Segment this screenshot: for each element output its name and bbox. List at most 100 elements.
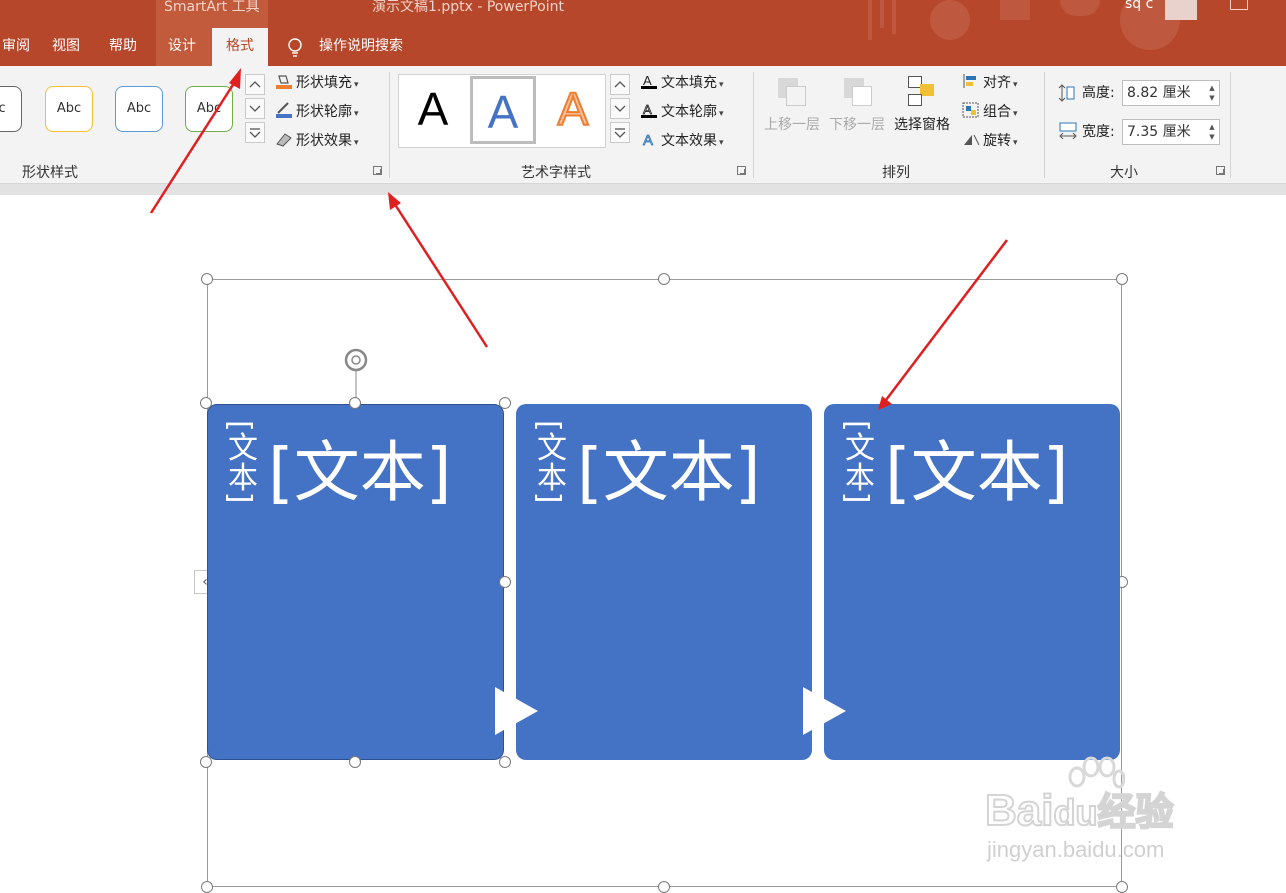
shape-effects-icon <box>275 131 293 147</box>
document-title: 演示文稿1.pptx - PowerPoint <box>372 0 564 15</box>
frame-handle-bottom-right[interactable] <box>1116 881 1128 893</box>
shape-3-vertical-text[interactable]: [文本] <box>836 420 876 503</box>
tab-format[interactable]: 格式 <box>212 28 268 66</box>
gallery-scroll-up-button[interactable] <box>245 74 265 95</box>
text-outline-icon: A <box>640 102 658 118</box>
shape-handle-right[interactable] <box>499 576 511 588</box>
wordart-style-orange[interactable]: A <box>540 76 606 144</box>
process-arrow-1 <box>495 687 538 735</box>
gallery-more-button[interactable] <box>245 122 265 143</box>
shape-handle-top-left[interactable] <box>200 397 212 409</box>
shape-1-text[interactable]: [文本] <box>268 423 452 523</box>
group-label-shape-styles: 形状样式 <box>22 165 78 181</box>
ribbon-bottom-strip <box>0 184 1286 195</box>
width-input[interactable]: 7.35 厘米 ▲ ▼ <box>1122 119 1220 145</box>
text-fill-icon: A <box>640 73 658 89</box>
frame-handle-bottom-left[interactable] <box>201 881 213 893</box>
shape-2-text[interactable]: [文本] <box>577 423 761 523</box>
frame-handle-top-left[interactable] <box>201 273 213 285</box>
send-backward-icon <box>842 76 874 108</box>
text-effects-button[interactable]: A 文本效果 ▾ <box>640 130 724 152</box>
height-input[interactable]: 8.82 厘米 ▲ ▼ <box>1122 80 1220 106</box>
tab-design[interactable]: 设计 <box>164 28 200 66</box>
shape-handle-top[interactable] <box>349 397 361 409</box>
size-launcher-icon[interactable] <box>1216 166 1225 175</box>
shape-handle-bottom-left[interactable] <box>200 756 212 768</box>
watermark-du: du <box>1052 791 1098 834</box>
shape-handle-top-right[interactable] <box>499 397 511 409</box>
expand-gallery-icon <box>614 128 626 138</box>
chevron-down-icon <box>249 105 261 112</box>
text-effects-icon: A <box>640 131 658 150</box>
context-tools-label: SmartArt 工具 <box>164 0 260 15</box>
chevron-up-icon <box>249 81 261 88</box>
align-button[interactable]: 对齐 ▾ <box>962 72 1018 94</box>
lightbulb-icon <box>288 38 302 57</box>
paint-bucket-icon <box>275 73 293 89</box>
group-button[interactable]: 组合 ▾ <box>962 101 1018 123</box>
frame-handle-top[interactable] <box>658 273 670 285</box>
height-label: 高度: <box>1082 85 1115 101</box>
selection-pane-icon <box>906 74 940 110</box>
shape-1-vertical-text[interactable]: [文本] <box>219 420 259 503</box>
process-arrow-2 <box>803 687 846 735</box>
ribbon: bc Abc Abc Abc 形状填充▾ 形状轮廓▾ 形状效果▾ 形状样式 A … <box>0 66 1286 184</box>
wordart-scroll-down-button[interactable] <box>610 98 630 119</box>
align-icon <box>962 73 980 89</box>
shape-outline-button[interactable]: 形状轮廓 ▾ <box>275 101 359 123</box>
svg-text:A: A <box>643 73 652 88</box>
gallery-scroll-down-button[interactable] <box>245 98 265 119</box>
svg-text:A: A <box>643 102 652 117</box>
text-fill-button[interactable]: A 文本填充 ▾ <box>640 72 724 94</box>
baidu-watermark: Baidu经验 jingyan.baidu.com <box>984 755 1225 875</box>
width-spin-up-icon[interactable]: ▲ <box>1207 122 1217 132</box>
tab-view[interactable]: 视图 <box>48 28 84 66</box>
ribbon-display-icon[interactable] <box>1230 0 1248 10</box>
frame-handle-top-right[interactable] <box>1116 273 1128 285</box>
shape-2-vertical-text[interactable]: [文本] <box>528 420 568 503</box>
wordart-style-blue[interactable]: A <box>470 76 536 144</box>
shape-style-sample-3[interactable]: Abc <box>115 86 163 132</box>
shape-handle-bottom-right[interactable] <box>499 756 511 768</box>
height-icon <box>1058 83 1076 103</box>
frame-handle-bottom[interactable] <box>658 881 670 893</box>
chevron-up-icon <box>614 81 626 88</box>
wordart-scroll-up-button[interactable] <box>610 74 630 95</box>
wordart-styles-launcher-icon[interactable] <box>737 166 746 175</box>
height-spin-up-icon[interactable]: ▲ <box>1207 83 1217 93</box>
tell-me-search[interactable]: 操作说明搜索 <box>315 28 407 66</box>
shape-style-sample-2[interactable]: Abc <box>45 86 93 132</box>
shape-effects-button[interactable]: 形状效果 ▾ <box>275 130 359 152</box>
shape-3-text[interactable]: [文本] <box>885 423 1069 523</box>
width-icon <box>1058 122 1078 140</box>
wordart-style-black[interactable]: A <box>400 76 466 144</box>
selection-pane-button[interactable]: 选择窗格 <box>894 114 950 136</box>
send-backward-button[interactable]: 下移一层 <box>829 114 885 136</box>
width-label: 宽度: <box>1082 124 1115 140</box>
chevron-down-icon <box>614 105 626 112</box>
tab-help[interactable]: 帮助 <box>105 28 141 66</box>
expand-gallery-icon <box>249 128 261 138</box>
user-name[interactable]: sq c <box>1125 0 1153 12</box>
watermark-url: jingyan.baidu.com <box>987 837 1165 862</box>
shape-style-sample-1[interactable]: bc <box>0 86 22 132</box>
shape-handle-bottom[interactable] <box>349 756 361 768</box>
shape-fill-button[interactable]: 形状填充 ▾ <box>275 72 359 94</box>
text-outline-button[interactable]: A 文本轮廓 ▾ <box>640 101 724 123</box>
group-icon <box>962 102 980 118</box>
shape-style-sample-4[interactable]: Abc <box>185 86 233 132</box>
shape-styles-launcher-icon[interactable] <box>373 166 382 175</box>
height-spin-down-icon[interactable]: ▼ <box>1207 93 1217 103</box>
group-label-arrange: 排列 <box>882 165 910 181</box>
width-spin-down-icon[interactable]: ▼ <box>1207 132 1217 142</box>
rotate-icon <box>962 131 980 147</box>
rotate-button[interactable]: 旋转 ▾ <box>962 130 1018 152</box>
avatar[interactable] <box>1165 0 1197 20</box>
title-bar: SmartArt 工具 演示文稿1.pptx - PowerPoint sq c… <box>0 0 1286 66</box>
wordart-more-button[interactable] <box>610 122 630 143</box>
pen-icon <box>275 102 293 118</box>
tab-review[interactable]: 审阅 <box>0 28 34 66</box>
bring-forward-button[interactable]: 上移一层 <box>764 114 820 136</box>
watermark-bai: Bai <box>984 785 1054 836</box>
bring-forward-icon <box>776 76 808 108</box>
